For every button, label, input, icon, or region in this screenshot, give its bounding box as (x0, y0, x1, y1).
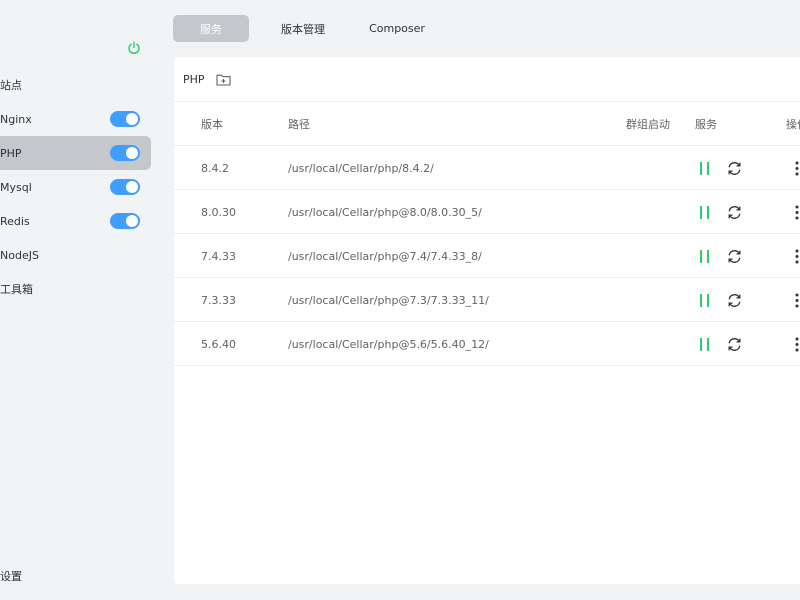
panel-header: PHP (174, 57, 800, 102)
reload-icon[interactable] (726, 160, 743, 177)
path-cell: /usr/local/Cellar/php/8.4.2/ (288, 161, 434, 175)
version-cell: 7.4.33 (201, 249, 236, 263)
tab-version-management[interactable]: 版本管理 (249, 15, 357, 42)
reload-icon[interactable] (726, 204, 743, 221)
sidebar-item-label: NodeJS (0, 248, 39, 262)
nginx-toggle[interactable] (110, 111, 140, 127)
path-cell: /usr/local/Cellar/php@8.0/8.0.30_5/ (288, 205, 482, 219)
tab-service[interactable]: 服务 (173, 15, 249, 42)
sidebar: 站点 Nginx PHP Mysql Redis NodeJS 工具箱 设置 (0, 0, 160, 600)
column-header-service: 服务 (695, 118, 717, 131)
table-row: 7.3.33 /usr/local/Cellar/php@7.3/7.3.33_… (174, 278, 800, 322)
version-cell: 5.6.40 (201, 337, 236, 351)
sidebar-item-mysql[interactable]: Mysql (0, 170, 151, 204)
pause-icon[interactable] (698, 337, 712, 352)
sidebar-item-toolbox[interactable]: 工具箱 (0, 272, 151, 306)
path-cell: /usr/local/Cellar/php@7.3/7.3.33_11/ (288, 293, 489, 307)
pause-icon[interactable] (698, 205, 712, 220)
redis-toggle[interactable] (110, 213, 140, 229)
sidebar-item-settings[interactable]: 设置 (0, 568, 22, 584)
tab-composer[interactable]: Composer (357, 15, 437, 42)
power-button[interactable] (126, 40, 142, 56)
column-header-path: 路径 (288, 118, 310, 131)
mysql-toggle[interactable] (110, 179, 140, 195)
more-vertical-icon[interactable] (793, 160, 800, 177)
reload-icon[interactable] (726, 292, 743, 309)
folder-add-icon (215, 74, 231, 86)
table-row: 8.0.30 /usr/local/Cellar/php@8.0/8.0.30_… (174, 190, 800, 234)
table-header: 版本 路径 群组启动 服务 操作 (174, 102, 800, 146)
sidebar-item-nginx[interactable]: Nginx (0, 102, 151, 136)
more-vertical-icon[interactable] (793, 248, 800, 265)
column-header-operation: 操作 (786, 118, 800, 131)
power-icon (128, 41, 140, 55)
version-cell: 8.4.2 (201, 161, 229, 175)
reload-icon[interactable] (726, 248, 743, 265)
table-row: 5.6.40 /usr/local/Cellar/php@5.6/5.6.40_… (174, 322, 800, 366)
sidebar-item-redis[interactable]: Redis (0, 204, 151, 238)
more-vertical-icon[interactable] (793, 336, 800, 353)
sidebar-item-php[interactable]: PHP (0, 136, 151, 170)
version-cell: 8.0.30 (201, 205, 236, 219)
sidebar-item-label: 站点 (0, 79, 22, 92)
path-cell: /usr/local/Cellar/php@5.6/5.6.40_12/ (288, 337, 489, 351)
more-vertical-icon[interactable] (793, 292, 800, 309)
pause-icon[interactable] (698, 293, 712, 308)
sidebar-item-sites[interactable]: 站点 (0, 68, 151, 102)
table-row: 8.4.2 /usr/local/Cellar/php/8.4.2/ (174, 146, 800, 190)
table-row: 7.4.33 /usr/local/Cellar/php@7.4/7.4.33_… (174, 234, 800, 278)
open-folder-button[interactable] (215, 72, 232, 86)
path-cell: /usr/local/Cellar/php@7.4/7.4.33_8/ (288, 249, 482, 263)
panel-title: PHP (183, 72, 205, 86)
sidebar-item-nodejs[interactable]: NodeJS (0, 238, 151, 272)
php-toggle[interactable] (110, 145, 140, 161)
version-cell: 7.3.33 (201, 293, 236, 307)
php-service-panel: PHP 版本 路径 群组启动 服务 操作 8.4.2 /usr/local/Ce… (174, 57, 800, 584)
pause-icon[interactable] (698, 161, 712, 176)
reload-icon[interactable] (726, 336, 743, 353)
top-tabs: 服务 版本管理 Composer (173, 15, 437, 42)
column-header-version: 版本 (201, 118, 223, 131)
more-vertical-icon[interactable] (793, 204, 800, 221)
column-header-group-start: 群组启动 (626, 118, 670, 131)
sidebar-item-label: 工具箱 (0, 283, 33, 296)
pause-icon[interactable] (698, 249, 712, 264)
app-window: 站点 Nginx PHP Mysql Redis NodeJS 工具箱 设置 服… (0, 0, 800, 600)
